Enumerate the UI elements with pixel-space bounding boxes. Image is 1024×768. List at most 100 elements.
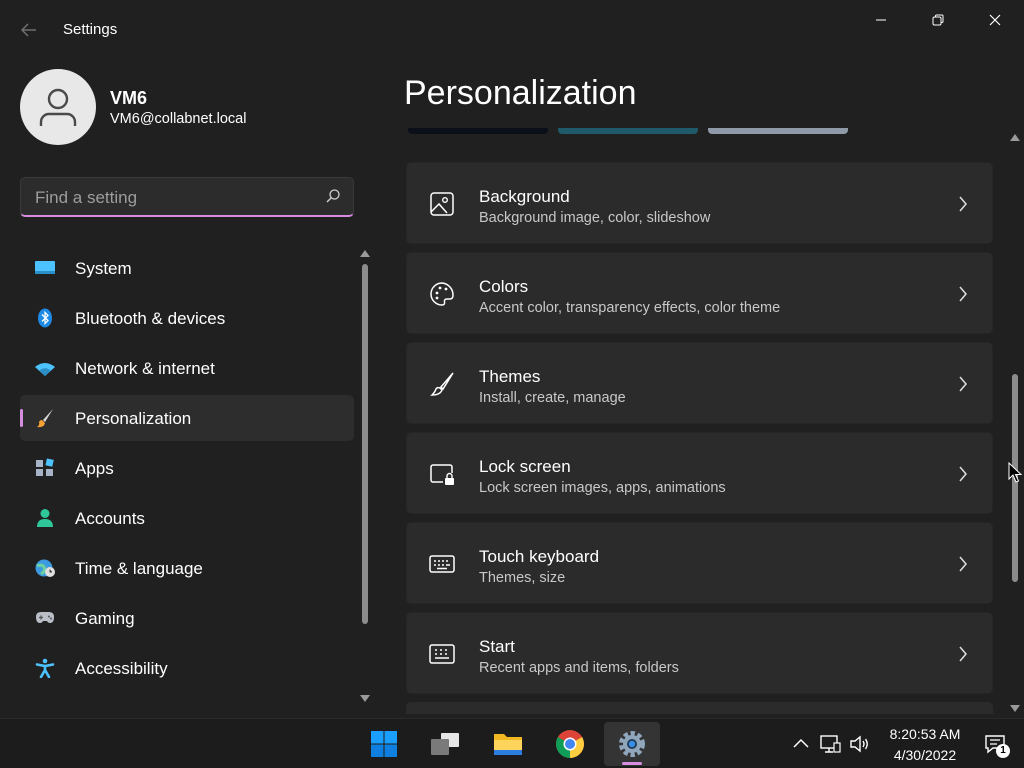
chevron-right-icon	[959, 466, 967, 482]
sidebar-item-label: Accessibility	[75, 659, 168, 678]
card-subtitle: Themes, size	[479, 570, 566, 586]
card-subtitle: Background image, color, slideshow	[479, 210, 711, 226]
theme-thumbnail[interactable]	[408, 128, 548, 134]
card-subtitle: Lock screen images, apps, animations	[479, 480, 726, 496]
gear-icon	[619, 731, 645, 757]
image-icon	[430, 192, 454, 216]
restore-button[interactable]	[909, 0, 966, 40]
chevron-up-icon[interactable]	[790, 733, 812, 755]
sidebar-item-network[interactable]: Network & internet	[20, 345, 354, 391]
card-title: Background	[479, 187, 570, 206]
sidebar-item-gaming[interactable]: Gaming	[20, 595, 354, 641]
sidebar-item-bluetooth[interactable]: Bluetooth & devices	[20, 295, 354, 341]
taskbar-start-button[interactable]	[356, 722, 412, 766]
brush-icon	[430, 372, 454, 396]
chevron-right-icon	[959, 556, 967, 572]
person-icon	[39, 88, 77, 126]
chevron-right-icon	[959, 196, 967, 212]
task-view-icon	[431, 733, 459, 755]
card-title: Themes	[479, 367, 541, 386]
card-background[interactable]: Background Background image, color, slid…	[406, 162, 993, 244]
keyboard-icon	[429, 555, 455, 573]
chrome-icon	[556, 730, 584, 758]
taskbar-settings-button[interactable]	[604, 722, 660, 766]
bluetooth-icon	[38, 308, 52, 328]
card-title: Touch keyboard	[479, 547, 600, 566]
taskbar: 8:20:53 AM 4/30/2022 1	[0, 718, 1024, 768]
mouse-cursor-icon	[1008, 462, 1022, 483]
search-input[interactable]: Find a setting	[20, 177, 354, 217]
card-title: Start	[479, 637, 515, 656]
card-start[interactable]: Start Recent apps and items, folders	[406, 612, 993, 694]
clock-time: 8:20:53 AM	[889, 726, 961, 742]
scroll-down-arrow-icon[interactable]	[360, 695, 370, 702]
wifi-icon	[35, 363, 55, 376]
back-button[interactable]	[14, 16, 44, 46]
sidebar-item-label: Personalization	[75, 409, 192, 428]
volume-icon[interactable]	[849, 733, 871, 755]
sidebar-item-accounts[interactable]: Accounts	[20, 495, 354, 541]
minimize-button[interactable]	[852, 0, 909, 40]
card-subtitle: Accent color, transparency effects, colo…	[479, 300, 781, 316]
close-button[interactable]	[966, 0, 1023, 40]
scroll-up-arrow-icon[interactable]	[1010, 134, 1020, 141]
sidebar-nav: System Bluetooth & devices Network & int…	[20, 245, 354, 695]
sidebar-item-accessibility[interactable]: Accessibility	[20, 645, 354, 691]
restore-icon	[932, 14, 943, 26]
card-subtitle: Install, create, manage	[479, 390, 626, 406]
accessibility-icon	[35, 658, 55, 678]
theme-thumbnail[interactable]	[708, 128, 848, 134]
chevron-right-icon	[959, 376, 967, 392]
minimize-icon	[875, 19, 886, 21]
windows-icon	[371, 731, 397, 757]
page-title: Personalization	[404, 74, 637, 112]
app-title: Settings	[63, 21, 118, 38]
sidebar-item-time-language[interactable]: Time & language	[20, 545, 354, 591]
person-icon	[37, 509, 53, 527]
scrollbar-thumb[interactable]	[362, 264, 368, 624]
card-next-partial[interactable]	[406, 702, 993, 714]
chevron-right-icon	[959, 286, 967, 302]
sidebar-item-label: Time & language	[75, 559, 203, 578]
search-icon[interactable]	[325, 188, 341, 204]
sidebar-item-label: Gaming	[75, 609, 135, 628]
system-clock[interactable]: 8:20:53 AM 4/30/2022	[880, 724, 970, 766]
title-bar: Settings	[0, 0, 1024, 40]
theme-thumbnails[interactable]	[408, 128, 858, 134]
sidebar-item-system[interactable]: System	[20, 245, 354, 291]
theme-thumbnail[interactable]	[558, 128, 698, 134]
sidebar-item-label: Apps	[75, 459, 114, 478]
card-title: Colors	[479, 277, 529, 296]
gamepad-icon	[36, 612, 54, 623]
start-icon	[429, 644, 455, 664]
scroll-up-arrow-icon[interactable]	[360, 250, 370, 257]
close-icon	[989, 14, 1000, 26]
card-colors[interactable]: Colors Accent color, transparency effect…	[406, 252, 993, 334]
sidebar-scrollbar[interactable]	[358, 248, 372, 704]
notification-button[interactable]: 1	[984, 734, 1010, 758]
card-touch-keyboard[interactable]: Touch keyboard Themes, size	[406, 522, 993, 604]
brush-icon	[37, 409, 53, 428]
sidebar-item-personalization[interactable]: Personalization	[20, 395, 354, 441]
card-lock-screen[interactable]: Lock screen Lock screen images, apps, an…	[406, 432, 993, 514]
card-subtitle: Recent apps and items, folders	[479, 660, 679, 676]
scroll-down-arrow-icon[interactable]	[1010, 705, 1020, 712]
back-arrow-icon	[20, 23, 36, 37]
card-themes[interactable]: Themes Install, create, manage	[406, 342, 993, 424]
sidebar-item-apps[interactable]: Apps	[20, 445, 354, 491]
network-icon[interactable]	[819, 733, 841, 755]
taskbar-task-view-button[interactable]	[417, 722, 473, 766]
lock-screen-icon	[430, 464, 454, 485]
system-icon	[35, 261, 55, 274]
folder-icon	[494, 734, 522, 755]
user-email: VM6@collabnet.local	[110, 111, 247, 127]
main-scrollbar[interactable]	[1008, 132, 1022, 714]
sidebar-item-label: Accounts	[75, 509, 145, 528]
taskbar-chrome-button[interactable]	[542, 722, 598, 766]
avatar[interactable]	[20, 69, 96, 145]
apps-icon	[36, 458, 54, 476]
palette-icon	[430, 282, 454, 306]
notification-count-badge: 1	[996, 744, 1010, 758]
search-placeholder: Find a setting	[35, 188, 138, 207]
taskbar-file-explorer-button[interactable]	[480, 722, 536, 766]
